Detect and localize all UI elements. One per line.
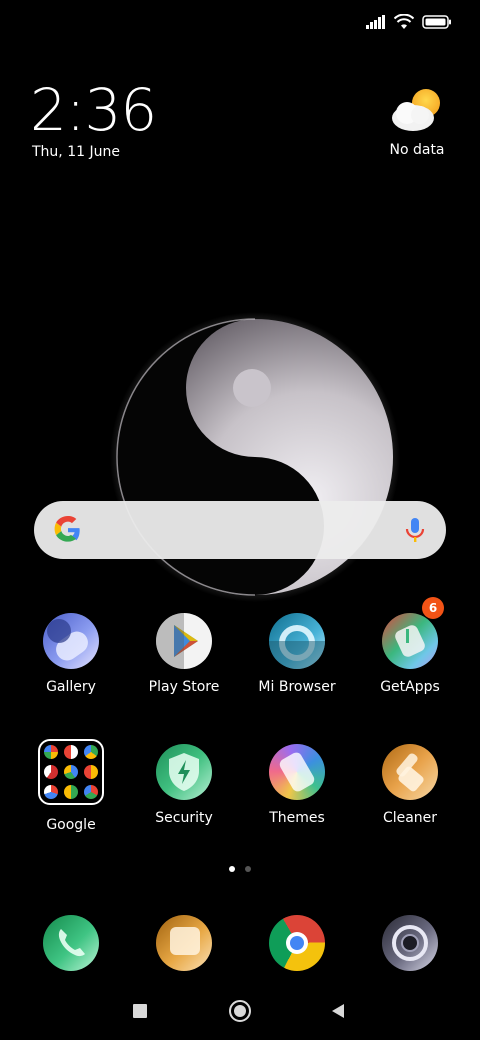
recents-button[interactable] [133, 1004, 147, 1018]
app-label: Cleaner [382, 810, 438, 826]
app-label: GetApps [380, 679, 440, 695]
page-indicator [0, 866, 480, 872]
phone-icon [43, 915, 99, 971]
clock-date[interactable]: Thu, 11 June [32, 144, 120, 160]
app-cleaner[interactable]: Cleaner [354, 744, 466, 826]
signal-icon [366, 15, 385, 29]
app-getapps[interactable]: 6 GetApps [354, 597, 466, 695]
wifi-icon [394, 14, 414, 29]
microphone-icon[interactable] [404, 516, 426, 544]
folder-google[interactable]: Google [15, 739, 127, 833]
app-mi-browser[interactable]: Mi Browser [241, 613, 353, 695]
play-store-icon [156, 613, 212, 669]
app-label: Themes [269, 810, 325, 826]
app-label: Security [155, 810, 213, 826]
google-search-bar[interactable] [34, 501, 446, 559]
page-dot[interactable] [245, 866, 251, 872]
clock-time[interactable]: 2:36 [30, 78, 157, 142]
camera-icon [382, 915, 438, 971]
app-label: Play Store [148, 679, 220, 695]
dock-chrome[interactable] [269, 915, 325, 971]
partly-cloudy-icon [392, 89, 440, 131]
cleaner-icon [382, 744, 438, 800]
chrome-icon [269, 915, 325, 971]
themes-icon [269, 744, 325, 800]
notification-badge: 6 [422, 597, 444, 619]
app-themes[interactable]: Themes [241, 744, 353, 826]
app-play-store[interactable]: Play Store [128, 613, 240, 695]
app-label: Mi Browser [258, 679, 336, 695]
google-g-icon[interactable] [54, 516, 82, 544]
google-folder-icon [38, 739, 104, 805]
status-bar [366, 12, 452, 32]
messages-icon [156, 915, 212, 971]
mi-browser-icon [269, 613, 325, 669]
dock-camera[interactable] [382, 915, 438, 971]
weather-label: No data [389, 142, 445, 158]
app-security[interactable]: Security [128, 744, 240, 826]
home-button[interactable] [229, 1000, 251, 1022]
dock-phone[interactable] [43, 915, 99, 971]
app-label: Gallery [46, 679, 96, 695]
weather-widget[interactable]: No data [382, 88, 452, 158]
battery-icon [422, 15, 451, 29]
gallery-icon [43, 613, 99, 669]
security-icon [156, 744, 212, 800]
app-gallery[interactable]: Gallery [15, 613, 127, 695]
back-button[interactable] [330, 1003, 346, 1019]
page-dot-active[interactable] [229, 866, 235, 872]
getapps-icon [382, 613, 438, 669]
navigation-bar [0, 998, 480, 1024]
dock-messages[interactable] [156, 915, 212, 971]
app-label: Google [46, 817, 96, 833]
